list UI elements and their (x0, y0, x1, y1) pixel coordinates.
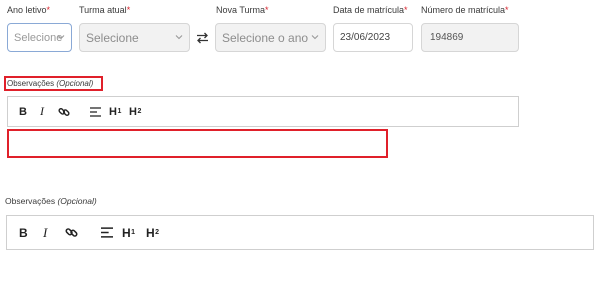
bold-button[interactable]: B (19, 216, 28, 249)
numero-matricula-input: 194869 (421, 23, 519, 52)
italic-button[interactable]: I (43, 216, 47, 249)
observacoes-label-2: Observações (Opcional) (5, 196, 97, 206)
observacoes-label-1: Observações (Opcional) (7, 79, 94, 88)
numero-matricula-label: Número de matrícula* (421, 5, 509, 15)
turma-atual-label: Turma atual* (79, 5, 131, 15)
numero-matricula-value: 194869 (430, 32, 464, 43)
heading1-button[interactable]: H1 (122, 216, 135, 249)
data-matricula-label: Data de matrícula* (333, 5, 408, 15)
editor-toolbar-2: B I H1 H2 (6, 215, 594, 250)
swap-arrows-icon[interactable] (196, 31, 209, 49)
align-button[interactable] (101, 216, 113, 249)
link-button[interactable] (58, 97, 70, 126)
editor-content-1[interactable] (7, 129, 388, 158)
data-matricula-input[interactable]: 23/06/2023 (333, 23, 413, 52)
align-icon (101, 227, 113, 238)
ano-letivo-value: Selecione (14, 31, 63, 44)
ano-letivo-label: Ano letivo* (7, 5, 51, 15)
turma-atual-select[interactable]: Selecione (79, 23, 190, 52)
nova-turma-value: Selecione o ano (222, 30, 309, 45)
heading1-button[interactable]: H1 (109, 97, 121, 126)
nova-turma-label: Nova Turma* (216, 5, 269, 15)
heading2-button[interactable]: H2 (146, 216, 159, 249)
link-icon (65, 228, 78, 237)
chevron-down-icon (311, 35, 319, 40)
heading2-button[interactable]: H2 (129, 97, 141, 126)
editor-toolbar-1: B I H1 H2 (7, 96, 519, 127)
link-button[interactable] (65, 216, 78, 249)
align-button[interactable] (90, 97, 101, 126)
italic-button[interactable]: I (40, 97, 44, 126)
chevron-down-icon (175, 35, 183, 40)
align-icon (90, 106, 101, 117)
turma-atual-value: Selecione (86, 30, 139, 45)
ano-letivo-select[interactable]: Selecione (7, 23, 72, 52)
data-matricula-value: 23/06/2023 (340, 32, 391, 43)
link-icon (58, 107, 70, 116)
bold-button[interactable]: B (19, 97, 27, 126)
chevron-down-icon (57, 35, 65, 40)
nova-turma-select[interactable]: Selecione o ano (215, 23, 326, 52)
